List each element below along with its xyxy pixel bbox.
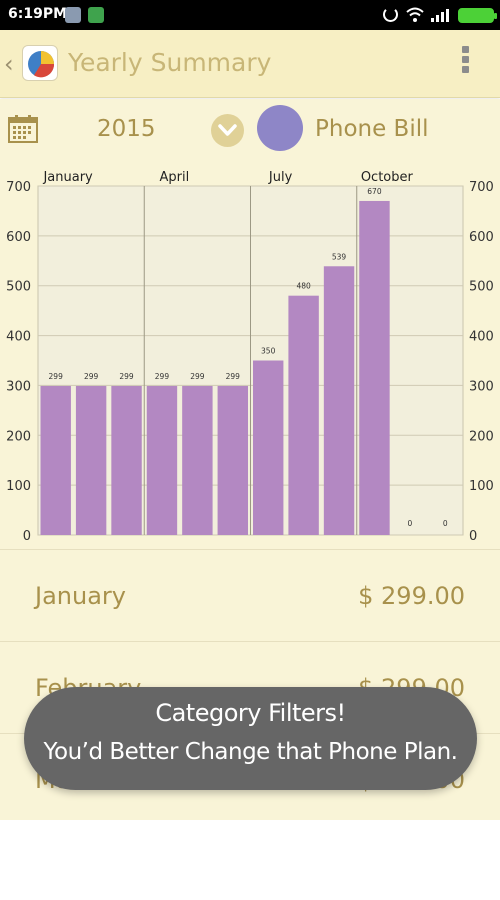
bar-chart: 0 0 100 100 200 200 300 300 400 400 500 500 600 600 70… xyxy=(6,170,494,544)
bar xyxy=(217,385,248,535)
pie-chart-icon[interactable] xyxy=(22,45,58,81)
bar-value-label: 299 xyxy=(119,372,134,381)
bar-value-label: 0 xyxy=(407,519,412,528)
toast-message: Category Filters! You’d Better Change th… xyxy=(24,687,477,790)
app-icon xyxy=(88,7,104,23)
y-tick-label-right: 500 xyxy=(469,280,494,295)
bar xyxy=(111,385,142,535)
back-button[interactable]: ‹ xyxy=(4,50,14,78)
filter-bar: 2015 Phone Bill xyxy=(0,99,500,161)
month-amount: $ 299.00 xyxy=(358,582,465,610)
bar-value-label: 670 xyxy=(367,187,382,196)
bar-value-label: 0 xyxy=(443,519,448,528)
x-tick-label: April xyxy=(159,170,189,185)
y-tick-label-left: 300 xyxy=(6,379,31,394)
bar-value-label: 299 xyxy=(84,372,99,381)
bar xyxy=(75,385,107,535)
bar xyxy=(323,266,355,535)
action-bar: ‹ Yearly Summary xyxy=(0,30,500,98)
bar xyxy=(40,385,71,535)
bar-value-label: 299 xyxy=(49,372,64,381)
calendar-icon[interactable] xyxy=(8,115,38,143)
wifi-icon xyxy=(406,7,424,22)
bottom-area xyxy=(0,820,500,900)
y-tick-label-right: 600 xyxy=(469,230,494,245)
bar-value-label: 539 xyxy=(332,252,347,261)
screen-title: Yearly Summary xyxy=(68,48,272,77)
y-tick-label-right: 100 xyxy=(469,479,494,494)
y-tick-label-right: 400 xyxy=(469,330,494,345)
status-time: 6:19PM xyxy=(8,6,68,22)
y-tick-label-right: 300 xyxy=(469,379,494,394)
category-color-swatch[interactable] xyxy=(257,105,303,151)
y-tick-label-left: 100 xyxy=(6,479,31,494)
bar xyxy=(359,200,390,535)
bar xyxy=(288,295,319,535)
year-value[interactable]: 2015 xyxy=(97,116,156,142)
battery-icon xyxy=(458,8,497,23)
bar-value-label: 350 xyxy=(261,347,276,356)
y-tick-label-right: 700 xyxy=(469,180,494,195)
y-tick-label-right: 200 xyxy=(469,429,494,444)
bar-value-label: 299 xyxy=(226,372,241,381)
category-label[interactable]: Phone Bill xyxy=(315,116,429,142)
y-tick-label-left: 400 xyxy=(6,330,31,345)
sync-icon xyxy=(383,7,398,22)
y-tick-label-left: 500 xyxy=(6,280,31,295)
toast-line-2: You’d Better Change that Phone Plan. xyxy=(43,739,458,765)
bar xyxy=(253,360,284,535)
x-tick-label: July xyxy=(268,170,293,185)
bar-value-label: 299 xyxy=(190,372,205,381)
toast-line-1: Category Filters! xyxy=(155,699,346,727)
overflow-menu-icon[interactable] xyxy=(462,46,470,78)
bar xyxy=(182,385,213,535)
y-tick-label-left: 0 xyxy=(23,529,31,544)
x-tick-label: October xyxy=(361,170,414,185)
signal-icon xyxy=(431,9,449,22)
app-screen: 6:19PM ‹ Yearly Summary 2015 Phone Bill … xyxy=(0,0,500,900)
month-name: January xyxy=(35,582,126,610)
list-item[interactable]: January $ 299.00 xyxy=(0,549,500,641)
bar-value-label: 299 xyxy=(155,372,170,381)
y-tick-label-left: 600 xyxy=(6,230,31,245)
y-tick-label-right: 0 xyxy=(469,529,477,544)
bar xyxy=(146,385,178,535)
status-icons xyxy=(364,6,497,24)
x-tick-label: January xyxy=(42,170,93,185)
y-tick-label-left: 200 xyxy=(6,429,31,444)
chevron-down-icon[interactable] xyxy=(211,114,244,147)
home-icon xyxy=(65,7,81,23)
status-bar: 6:19PM xyxy=(0,0,500,30)
bar-value-label: 480 xyxy=(296,282,311,291)
y-tick-label-left: 700 xyxy=(6,180,31,195)
